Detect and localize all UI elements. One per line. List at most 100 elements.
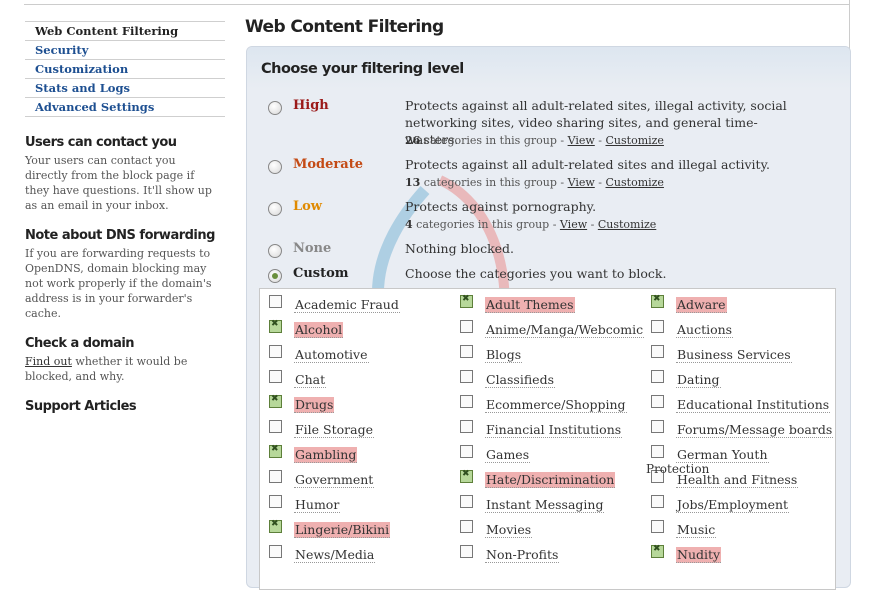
checkbox-humor[interactable] bbox=[269, 495, 282, 508]
checkbox-music[interactable] bbox=[651, 520, 664, 533]
category-label-educational-institutions[interactable]: Educational Institutions bbox=[676, 397, 831, 413]
nav-web-content-filtering[interactable]: Web Content Filtering bbox=[25, 22, 225, 41]
category-label-jobs-employment[interactable]: Jobs/Employment bbox=[676, 497, 790, 513]
dns-heading: Note about DNS forwarding bbox=[25, 228, 215, 243]
category-label-forums-message-boards[interactable]: Forums/Message boards bbox=[676, 422, 834, 438]
level-moderate-name[interactable]: Moderate bbox=[293, 157, 363, 172]
category-label-auctions[interactable]: Auctions bbox=[676, 322, 734, 338]
radio-moderate[interactable] bbox=[268, 160, 282, 174]
page-title: Web Content Filtering bbox=[245, 17, 444, 37]
radio-none[interactable] bbox=[268, 244, 282, 258]
category-label-classifieds[interactable]: Classifieds bbox=[485, 372, 555, 388]
category-label-alcohol[interactable]: Alcohol bbox=[294, 322, 344, 338]
nav-advanced-settings[interactable]: Advanced Settings bbox=[25, 98, 225, 117]
radio-low[interactable] bbox=[268, 202, 282, 216]
category-label-games[interactable]: Games bbox=[485, 447, 531, 463]
level-moderate-sep: - bbox=[594, 176, 606, 189]
category-label-music[interactable]: Music bbox=[676, 522, 717, 538]
level-none-desc: Nothing blocked. bbox=[405, 241, 515, 256]
check-domain-heading: Check a domain bbox=[25, 336, 135, 351]
checkbox-classifieds[interactable] bbox=[460, 370, 473, 383]
level-high-sep: - bbox=[594, 134, 606, 147]
category-label-news-media[interactable]: News/Media bbox=[294, 547, 376, 563]
category-label-financial-institutions[interactable]: Financial Institutions bbox=[485, 422, 623, 438]
category-label-hate-discrimination[interactable]: Hate/Discrimination bbox=[485, 472, 616, 488]
checkbox-drugs[interactable] bbox=[269, 394, 282, 408]
panel-header: Choose your filtering level bbox=[247, 47, 850, 89]
nav-customization[interactable]: Customization bbox=[25, 60, 225, 79]
checkbox-anime-manga-webcomic[interactable] bbox=[460, 320, 473, 333]
level-low-customize-link[interactable]: Customize bbox=[598, 218, 656, 231]
checkbox-academic-fraud[interactable] bbox=[269, 295, 282, 308]
category-label-automotive[interactable]: Automotive bbox=[294, 347, 369, 363]
level-low-view-link[interactable]: View bbox=[560, 218, 587, 231]
category-label-german-youth[interactable]: German Youth bbox=[676, 447, 769, 463]
level-high-name[interactable]: High bbox=[293, 98, 329, 113]
checkbox-news-media[interactable] bbox=[269, 545, 282, 558]
radio-high[interactable] bbox=[268, 101, 282, 115]
category-label-humor[interactable]: Humor bbox=[294, 497, 341, 513]
checkbox-automotive[interactable] bbox=[269, 345, 282, 358]
category-label-gambling[interactable]: Gambling bbox=[294, 447, 358, 463]
level-moderate-view-link[interactable]: View bbox=[568, 176, 595, 189]
checkbox-nudity[interactable] bbox=[651, 544, 664, 558]
support-articles-link[interactable]: Support Articles bbox=[25, 399, 137, 414]
category-label-adware[interactable]: Adware bbox=[676, 297, 727, 313]
checkbox-non-profits[interactable] bbox=[460, 545, 473, 558]
checkbox-jobs-employment[interactable] bbox=[651, 495, 664, 508]
category-label-movies[interactable]: Movies bbox=[485, 522, 533, 538]
checkbox-instant-messaging[interactable] bbox=[460, 495, 473, 508]
checkbox-educational-institutions[interactable] bbox=[651, 395, 664, 408]
category-label-file-storage[interactable]: File Storage bbox=[294, 422, 374, 438]
checkbox-hate-discrimination[interactable] bbox=[460, 469, 473, 483]
category-label-drugs[interactable]: Drugs bbox=[294, 397, 335, 413]
checkbox-adult-themes[interactable] bbox=[460, 294, 473, 308]
level-high-customize-link[interactable]: Customize bbox=[606, 134, 664, 147]
category-label-lingerie-bikini[interactable]: Lingerie/Bikini bbox=[294, 522, 391, 538]
checkbox-forums-message-boards[interactable] bbox=[651, 420, 664, 433]
checkbox-chat[interactable] bbox=[269, 370, 282, 383]
overlap-protection-text: Protection bbox=[646, 462, 710, 476]
checkbox-adware[interactable] bbox=[651, 294, 664, 308]
level-low-name[interactable]: Low bbox=[293, 199, 322, 214]
level-low-desc: Protects against pornography. bbox=[405, 199, 597, 214]
category-label-business-services[interactable]: Business Services bbox=[676, 347, 792, 363]
category-label-blogs[interactable]: Blogs bbox=[485, 347, 523, 363]
level-high-view-link[interactable]: View bbox=[568, 134, 595, 147]
checkbox-gambling[interactable] bbox=[269, 444, 282, 458]
category-label-non-profits[interactable]: Non-Profits bbox=[485, 547, 560, 563]
category-label-dating[interactable]: Dating bbox=[676, 372, 721, 388]
checkbox-german-youth[interactable] bbox=[651, 445, 664, 458]
category-label-academic-fraud[interactable]: Academic Fraud bbox=[294, 297, 400, 313]
level-custom-name[interactable]: Custom bbox=[293, 266, 349, 281]
checkbox-games[interactable] bbox=[460, 445, 473, 458]
find-out-link[interactable]: Find out bbox=[25, 355, 72, 368]
category-label-anime-manga-webcomic[interactable]: Anime/Manga/Webcomic bbox=[485, 322, 645, 338]
checkbox-auctions[interactable] bbox=[651, 320, 664, 333]
checkbox-business-services[interactable] bbox=[651, 345, 664, 358]
checkbox-dating[interactable] bbox=[651, 370, 664, 383]
category-label-ecommerce-shopping[interactable]: Ecommerce/Shopping bbox=[485, 397, 627, 413]
category-label-chat[interactable]: Chat bbox=[294, 372, 327, 388]
radio-custom[interactable] bbox=[268, 269, 282, 283]
category-label-instant-messaging[interactable]: Instant Messaging bbox=[485, 497, 605, 513]
checkbox-financial-institutions[interactable] bbox=[460, 420, 473, 433]
top-border bbox=[24, 0, 850, 5]
checkbox-movies[interactable] bbox=[460, 520, 473, 533]
checkbox-ecommerce-shopping[interactable] bbox=[460, 395, 473, 408]
category-label-adult-themes[interactable]: Adult Themes bbox=[485, 297, 575, 313]
category-label-government[interactable]: Government bbox=[294, 472, 375, 488]
checkbox-alcohol[interactable] bbox=[269, 319, 282, 333]
checkbox-blogs[interactable] bbox=[460, 345, 473, 358]
level-custom-desc: Choose the categories you want to block. bbox=[405, 266, 667, 281]
level-high-meta-text: categories in this group - bbox=[420, 134, 568, 147]
nav-security[interactable]: Security bbox=[25, 41, 225, 60]
checkbox-lingerie-bikini[interactable] bbox=[269, 519, 282, 533]
nav-stats-and-logs[interactable]: Stats and Logs bbox=[25, 79, 225, 98]
checkbox-file-storage[interactable] bbox=[269, 420, 282, 433]
contact-heading: Users can contact you bbox=[25, 135, 177, 150]
level-none-name[interactable]: None bbox=[293, 241, 331, 256]
level-moderate-customize-link[interactable]: Customize bbox=[606, 176, 664, 189]
category-label-nudity[interactable]: Nudity bbox=[676, 547, 722, 563]
checkbox-government[interactable] bbox=[269, 470, 282, 483]
